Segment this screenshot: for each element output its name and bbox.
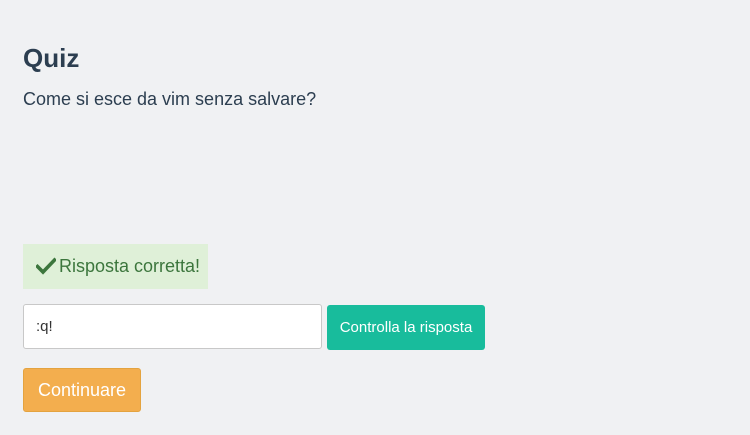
check-icon (36, 256, 58, 277)
feedback-text: Risposta corretta! (59, 256, 201, 276)
page-title: Quiz (23, 43, 80, 73)
answer-feedback-alert: Risposta corretta! (23, 244, 208, 289)
check-answer-button[interactable]: Controlla la risposta (327, 305, 485, 350)
quiz-question: Come si esce da vim senza salvare? (23, 89, 317, 109)
continue-button[interactable]: Continuare (23, 368, 141, 412)
answer-input[interactable] (23, 304, 322, 349)
